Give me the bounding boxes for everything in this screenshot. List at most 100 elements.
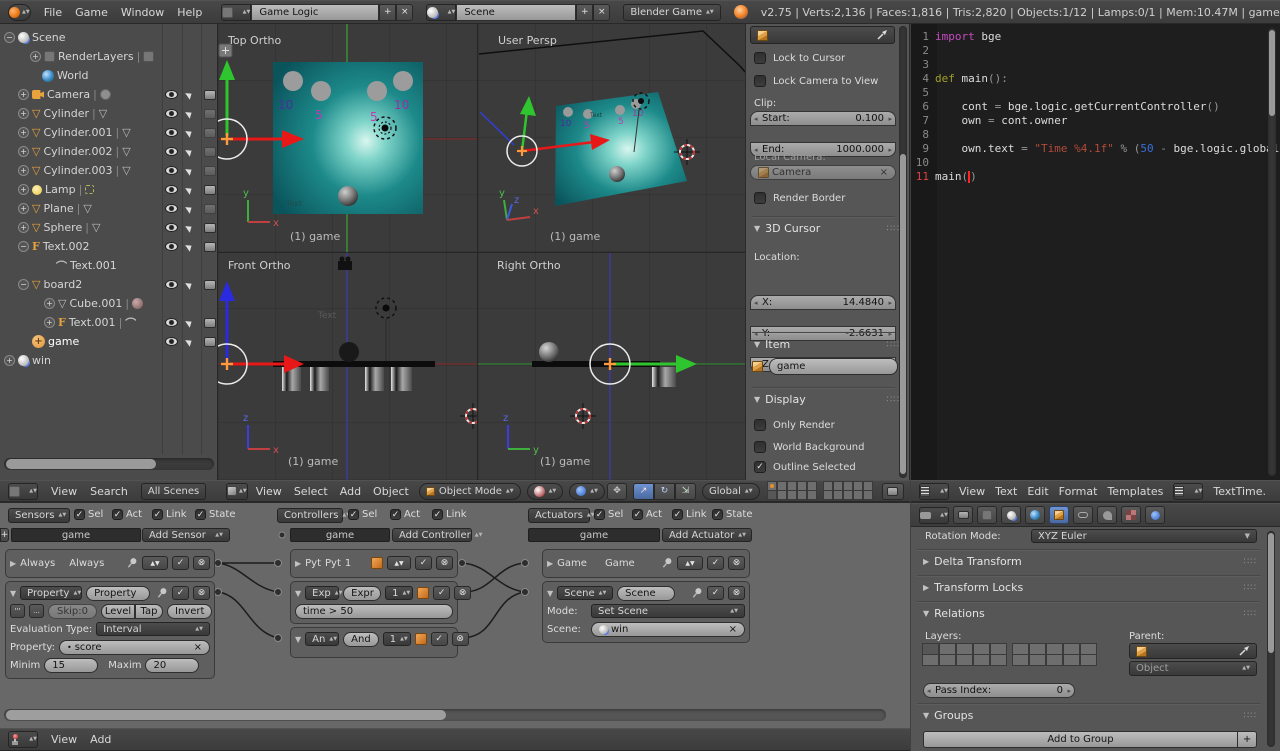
z-axis-manipulator-arrow[interactable] [219, 281, 235, 301]
sensor-always[interactable]: ▶ Always Always ▲▼ ✓ ⊗ [5, 549, 215, 578]
camera-object[interactable] [338, 257, 352, 271]
lock-camera-row[interactable]: Lock Camera to View [754, 75, 878, 87]
scale-manipulator-button[interactable]: ⇲ [675, 483, 696, 500]
visibility-eye-icon[interactable] [165, 166, 178, 175]
selectability-cursor-icon[interactable] [185, 223, 194, 232]
visibility-eye-icon[interactable] [165, 280, 178, 289]
menu-object[interactable]: Object [373, 485, 409, 498]
panel-grip-icon[interactable]: ∷∷ [1244, 711, 1257, 721]
transform-orientation-select[interactable]: Global▲▼ [702, 483, 760, 500]
region-plus-tab[interactable]: + [0, 528, 9, 542]
engine-select[interactable]: Blender Game▲▼ [623, 4, 720, 21]
expand-icon[interactable]: + [18, 146, 29, 157]
menu-select[interactable]: Select [294, 485, 328, 498]
cylinder-object[interactable] [391, 367, 412, 391]
selectability-cursor-icon[interactable] [185, 109, 194, 118]
expand-triangle-icon[interactable]: ▶ [547, 559, 553, 568]
menu-search[interactable]: Search [90, 485, 128, 498]
viewport-user-persp[interactable]: 10 5 5 10 Text yzx User Persp (1) game [478, 24, 745, 253]
outliner-row-text001-curve[interactable]: ⌒Text.001 [0, 256, 218, 275]
menu-game[interactable]: Game [75, 6, 108, 19]
scene-browse-button[interactable]: ▲▼ [426, 4, 456, 21]
property-field[interactable]: •score× [59, 640, 210, 655]
selectability-cursor-icon[interactable] [185, 337, 194, 346]
expand-icon[interactable]: + [18, 89, 29, 100]
collapse-icon[interactable]: − [18, 241, 29, 252]
enable-check-button[interactable]: ✓ [707, 556, 724, 570]
pulse-false-button[interactable]: ... [29, 604, 44, 618]
selectability-cursor-icon[interactable] [185, 280, 194, 289]
mode-select[interactable]: Set Scene▲▼ [591, 604, 745, 618]
cylinder-object[interactable] [365, 367, 384, 391]
expand-icon[interactable]: + [44, 298, 55, 309]
editor-type-button[interactable]: ▲▼ [8, 483, 38, 500]
tab-constraints[interactable] [1073, 506, 1093, 524]
outliner-row-text002[interactable]: −FText.002 [0, 237, 218, 256]
outliner-row-sphere[interactable]: +▽Sphere|▽ [0, 218, 218, 237]
scene-name-field[interactable]: Scene [456, 4, 576, 21]
visibility-eye-icon[interactable] [165, 109, 178, 118]
menu-edit[interactable]: Edit [1027, 485, 1048, 498]
scene-field[interactable]: win× [591, 622, 745, 637]
menu-add[interactable]: Add [340, 485, 361, 498]
expand-icon[interactable]: + [18, 108, 29, 119]
actuator-scene[interactable]: ▼ Scene▲▼ Scene ✓ ⊗ Mode:Set Scene▲▼ Sce… [542, 581, 750, 643]
panel-grip-icon[interactable]: ∷∷ [887, 340, 900, 350]
expand-icon[interactable]: + [4, 355, 15, 366]
pin-icon[interactable] [154, 585, 170, 601]
menu-text[interactable]: Text [995, 485, 1017, 498]
actuator-name-field[interactable]: Scene [617, 586, 675, 601]
controller-python[interactable]: ▶ Pyt Pyt 1 ▲▼ ✓ ⊗ [290, 549, 458, 578]
renderability-camera-icon[interactable] [204, 185, 216, 195]
state-select[interactable]: 1▲▼ [383, 632, 411, 646]
item-panel-header[interactable]: ▼Item∷∷ [754, 338, 900, 351]
manipulator-toggle-button[interactable]: ✥ [607, 483, 627, 500]
expand-icon[interactable]: + [44, 317, 55, 328]
npanel-scrollbar[interactable] [899, 26, 907, 478]
expand-icon[interactable]: + [18, 184, 29, 195]
skip-field[interactable]: Skip:0 [48, 604, 97, 619]
sensor-name-field[interactable]: Property [86, 586, 150, 601]
lock-to-cursor-row[interactable]: Lock to Cursor [754, 52, 845, 64]
delete-x-button[interactable]: ⊗ [193, 586, 210, 600]
menu-window[interactable]: Window [121, 6, 164, 19]
invert-button[interactable]: Invert [167, 604, 212, 619]
selectability-cursor-icon[interactable] [185, 185, 194, 194]
render-border-row[interactable]: Render Border [754, 192, 845, 204]
renderability-camera-icon[interactable] [204, 128, 216, 138]
tab-world[interactable] [1025, 506, 1045, 524]
controller-name-field[interactable]: Expr [343, 586, 381, 601]
visibility-eye-icon[interactable] [165, 128, 178, 137]
viewport-right-ortho[interactable]: zy Right Ortho (1) game [478, 253, 745, 480]
visibility-eye-icon[interactable] [165, 242, 178, 251]
world-background-row[interactable]: World Background [754, 441, 865, 453]
tab-texture[interactable] [1121, 506, 1141, 524]
object-datablock-field[interactable] [750, 26, 895, 44]
actuator-game[interactable]: ▶ Game Game ▲▼ ✓ ⊗ [542, 549, 750, 578]
text-browse-button[interactable]: ▲▼ [1173, 483, 1203, 500]
sensors-sel-toggle[interactable]: ✓Sel [74, 509, 103, 520]
outliner-row-cylinder001[interactable]: +▽Cylinder.001|▽ [0, 123, 218, 142]
collapse-triangle-icon[interactable]: ▼ [547, 589, 553, 598]
visibility-eye-icon[interactable] [165, 147, 178, 156]
y-axis-manipulator-arrow[interactable] [520, 96, 536, 116]
panel-grip-icon[interactable]: ∷∷ [1244, 557, 1257, 567]
move-up-down-button[interactable]: ▲▼ [142, 556, 168, 570]
expand-icon[interactable]: + [18, 165, 29, 176]
expand-icon[interactable]: + [30, 51, 41, 62]
expand-triangle-icon[interactable]: ▶ [10, 559, 16, 568]
tab-object-active[interactable] [1049, 506, 1069, 524]
scene-close-button[interactable]: × [593, 4, 610, 21]
only-render-row[interactable]: Only Render [754, 419, 835, 431]
selectability-cursor-icon[interactable] [185, 147, 194, 156]
layers-grid-left[interactable] [923, 644, 1008, 666]
actuators-state-toggle[interactable]: ✓State [712, 509, 752, 520]
clear-x-icon[interactable]: × [729, 624, 737, 635]
menu-file[interactable]: File [44, 6, 62, 19]
outliner-row-board2[interactable]: −▽board2 [0, 275, 218, 294]
parent-field[interactable] [1129, 643, 1257, 659]
renderability-camera-icon[interactable] [204, 109, 216, 119]
enable-check-button[interactable]: ✓ [415, 556, 432, 570]
clear-x-icon[interactable]: × [194, 642, 202, 653]
selectability-cursor-icon[interactable] [185, 318, 194, 327]
